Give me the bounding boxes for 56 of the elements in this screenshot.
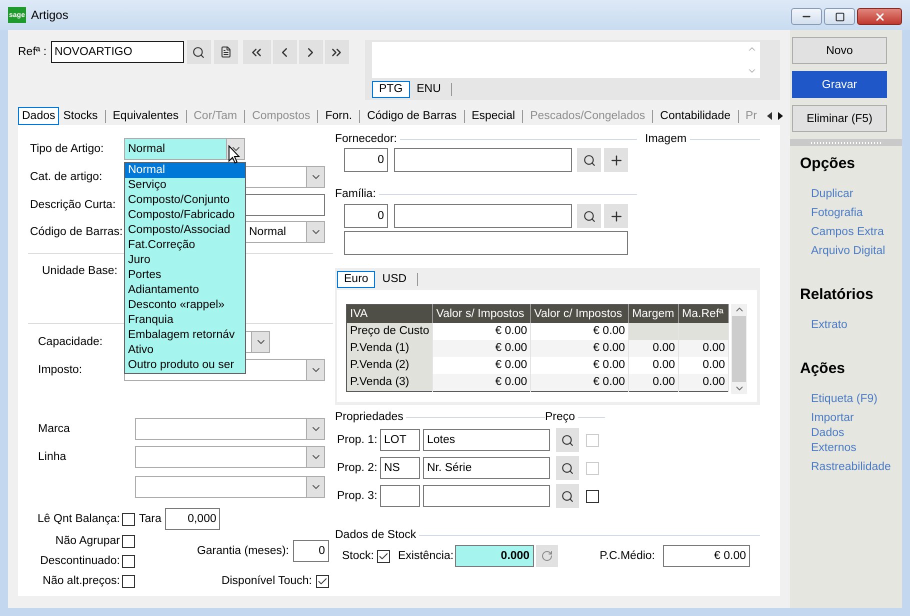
table-cell: 0.00	[678, 340, 729, 356]
table-cell: € 0.00	[530, 356, 629, 374]
field-label: P.C.Médio:	[600, 550, 655, 562]
table-cell: 0.00	[678, 374, 729, 391]
checkbox-label: Não alt.preços:	[42, 575, 120, 587]
property-label: Prop. 2:	[337, 462, 378, 474]
checkbox-label: Lê Qnt Balança:	[36, 513, 120, 525]
column-header: Ma.Refª	[678, 304, 729, 322]
row-header: P.Venda (2)	[346, 356, 433, 374]
field-label: Unidade Base:	[42, 265, 118, 277]
table-cell: 0.00	[628, 340, 679, 356]
row-header: P.Venda (3)	[346, 374, 433, 391]
checkbox-label: Não Agrupar	[54, 535, 120, 547]
field-label: Cat. de artigo:	[30, 171, 104, 183]
checkbox-label: Disponível Touch:	[221, 575, 312, 587]
field-label: Tara	[139, 513, 162, 525]
column-header: IVA	[346, 304, 433, 322]
table-cell: 0.00	[628, 356, 679, 374]
checkbox-label: Stock:	[342, 550, 374, 562]
property-label: Prop. 3:	[337, 490, 378, 502]
column-header: Margem	[628, 304, 679, 322]
field-label: Existência:	[398, 550, 454, 562]
column-header: Valor s/ Impostos	[432, 304, 531, 322]
table-cell: € 0.00	[530, 340, 629, 356]
checkbox-label: Descontinuado:	[39, 555, 120, 567]
table-cell: € 0.00	[432, 322, 531, 340]
field-label: Imposto:	[38, 364, 84, 376]
column-header: Valor c/ Impostos	[530, 304, 629, 322]
section-heading: Família:	[335, 188, 376, 200]
row-header: Preço de Custo	[346, 322, 433, 340]
section-heading: Imagem	[645, 133, 687, 145]
table-cell: € 0.00	[432, 340, 531, 356]
section-heading: Fornecedor:	[335, 133, 398, 145]
section-heading: Preço	[545, 411, 576, 423]
window-title: Artigos	[31, 8, 68, 22]
field-label: Garantia (meses):	[196, 545, 289, 557]
table-cell: € 0.00	[432, 356, 531, 374]
row-header: P.Venda (1)	[346, 340, 433, 356]
ref-label: Refª :	[18, 46, 47, 58]
field-label: Marca	[38, 423, 71, 435]
field-label: Código de Barras:	[30, 226, 124, 238]
table-cell: 0.00	[678, 356, 729, 374]
property-label: Prop. 1:	[337, 434, 378, 446]
field-label: Capacidade:	[38, 336, 104, 348]
table-cell: € 0.00	[530, 374, 629, 391]
section-heading: Ações	[800, 360, 846, 377]
table-cell: € 0.00	[530, 322, 629, 340]
table-cell: € 0.00	[432, 374, 531, 391]
table-cell: 0.00	[628, 374, 679, 391]
section-heading: Propriedades	[335, 411, 404, 423]
section-heading: Opções	[800, 155, 856, 172]
field-label: Tipo de Artigo:	[30, 143, 105, 155]
field-label: Linha	[38, 451, 68, 463]
field-label: Descrição Curta:	[30, 199, 117, 211]
section-heading: Dados de Stock	[335, 529, 416, 541]
section-heading: Relatórios	[800, 286, 874, 303]
